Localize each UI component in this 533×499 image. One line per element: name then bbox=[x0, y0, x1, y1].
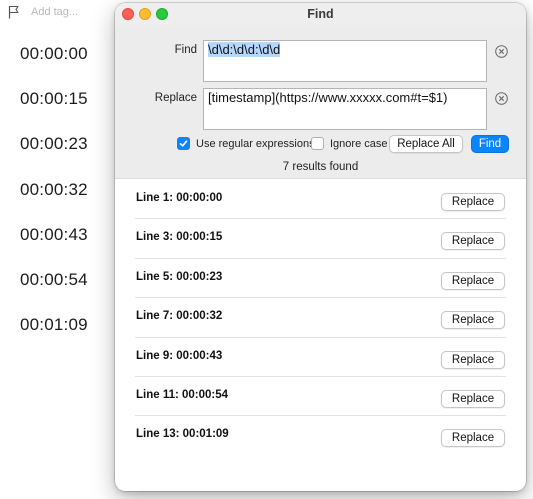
results-list: Line 1: 00:00:00 Replace Line 3: 00:00:1… bbox=[115, 180, 526, 456]
ignore-case-checkbox-box[interactable] bbox=[311, 137, 324, 150]
document-line[interactable]: 00:00:43 bbox=[20, 225, 88, 245]
replace-all-button[interactable]: Replace All bbox=[389, 135, 463, 153]
tag-placeholder[interactable]: Add tag... bbox=[31, 6, 78, 18]
replace-result-button[interactable]: Replace bbox=[441, 429, 505, 448]
replace-result-button[interactable]: Replace bbox=[441, 311, 505, 330]
document-line[interactable]: 00:00:23 bbox=[20, 134, 88, 154]
result-row[interactable]: Line 13: 00:01:09 Replace bbox=[135, 416, 506, 455]
clear-find-icon[interactable] bbox=[495, 45, 508, 58]
result-label: Line 9: 00:00:43 bbox=[136, 349, 223, 362]
document-line[interactable]: 00:01:09 bbox=[20, 315, 88, 335]
result-row[interactable]: Line 9: 00:00:43 Replace bbox=[135, 338, 506, 377]
window-title: Find bbox=[307, 7, 334, 21]
result-label: Line 1: 00:00:00 bbox=[136, 192, 223, 204]
replace-result-button[interactable]: Replace bbox=[441, 271, 505, 290]
result-row[interactable]: Line 1: 00:00:00 Replace bbox=[135, 180, 506, 220]
find-field-value: \d\d:\d\d:\d\d bbox=[208, 42, 281, 57]
document-line[interactable]: 00:00:32 bbox=[20, 180, 88, 200]
use-regex-checkbox[interactable]: Use regular expressions bbox=[177, 137, 315, 150]
flag-icon bbox=[8, 5, 19, 19]
find-button[interactable]: Find bbox=[471, 135, 509, 153]
tag-bar[interactable]: Add tag... bbox=[8, 4, 78, 20]
result-label: Line 13: 00:01:09 bbox=[136, 428, 229, 441]
replace-result-button[interactable]: Replace bbox=[441, 232, 505, 251]
document-line[interactable]: 00:00:00 bbox=[20, 44, 88, 64]
result-label: Line 7: 00:00:32 bbox=[136, 310, 223, 323]
ignore-case-label: Ignore case bbox=[330, 137, 388, 150]
result-row[interactable]: Line 11: 00:00:54 Replace bbox=[135, 377, 506, 417]
replace-field[interactable]: [timestamp](https://www.xxxxx.com#t=$1) bbox=[203, 88, 487, 130]
document-line[interactable]: 00:00:54 bbox=[20, 270, 88, 290]
title-bar[interactable]: Find bbox=[115, 3, 526, 25]
replace-field-value: [timestamp](https://www.xxxxx.com#t=$1) bbox=[208, 90, 448, 105]
result-row[interactable]: Line 3: 00:00:15 Replace bbox=[135, 219, 506, 259]
search-panel: Find \d\d:\d\d:\d\d Replace [timestamp](… bbox=[115, 25, 526, 179]
ignore-case-checkbox[interactable]: Ignore case bbox=[311, 137, 387, 150]
document-line[interactable]: 00:00:15 bbox=[20, 89, 88, 109]
find-label: Find bbox=[174, 44, 197, 56]
results-count: 7 results found bbox=[282, 161, 359, 173]
replace-result-button[interactable]: Replace bbox=[441, 350, 505, 369]
result-row[interactable]: Line 7: 00:00:32 Replace bbox=[135, 298, 506, 338]
result-row[interactable]: Line 5: 00:00:23 Replace bbox=[135, 259, 506, 299]
use-regex-checkbox-box[interactable] bbox=[177, 137, 190, 150]
replace-result-button[interactable]: Replace bbox=[441, 193, 505, 211]
find-field[interactable]: \d\d:\d\d:\d\d bbox=[203, 40, 487, 82]
result-label: Line 11: 00:00:54 bbox=[136, 388, 229, 401]
result-label: Line 5: 00:00:23 bbox=[136, 270, 223, 283]
clear-replace-icon[interactable] bbox=[495, 92, 508, 105]
find-window: Find Find \d\d:\d\d:\d\d Replace [timest… bbox=[115, 3, 526, 491]
replace-label: Replace bbox=[154, 92, 197, 104]
use-regex-label: Use regular expressions bbox=[196, 137, 315, 150]
replace-result-button[interactable]: Replace bbox=[441, 389, 505, 408]
result-label: Line 3: 00:00:15 bbox=[136, 231, 223, 244]
checkmark-icon bbox=[179, 140, 188, 147]
